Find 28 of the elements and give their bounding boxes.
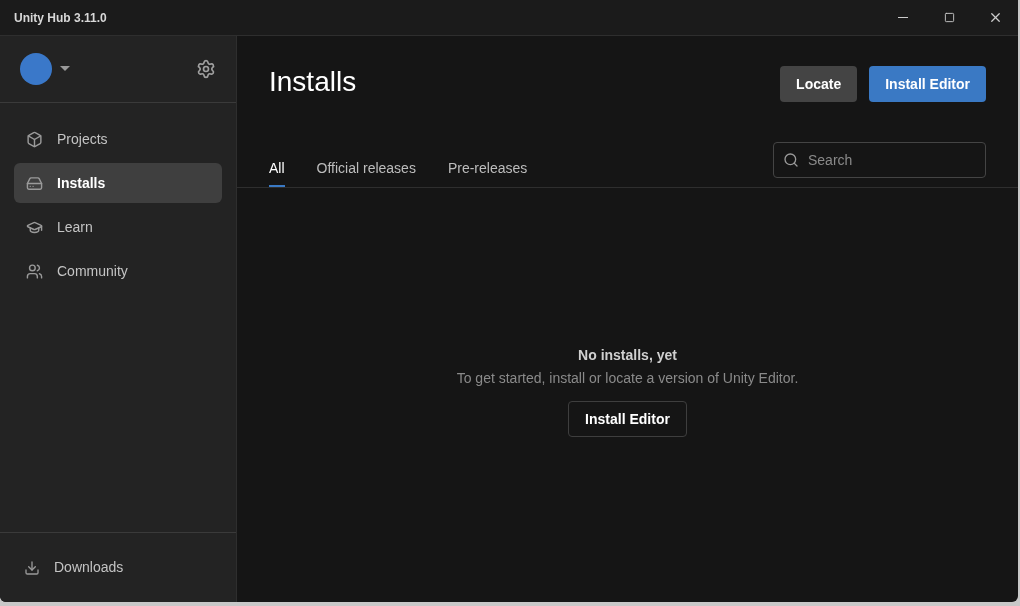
sidebar-item[interactable]: Installs xyxy=(14,163,222,203)
account-button[interactable] xyxy=(20,53,70,85)
locate-button[interactable]: Locate xyxy=(780,66,858,102)
projects-icon xyxy=(26,130,43,148)
maximize-icon xyxy=(943,12,955,23)
installs-icon xyxy=(26,174,43,192)
sidebar-item[interactable]: Projects xyxy=(14,119,222,159)
install-editor-button[interactable]: Install Editor xyxy=(869,66,986,102)
install-editor-button[interactable]: Install Editor xyxy=(568,401,687,437)
downloads-button[interactable]: Downloads xyxy=(24,557,124,578)
search-field[interactable]: Search xyxy=(773,142,986,178)
empty-state-title: No installs, yet xyxy=(578,346,677,365)
tab[interactable]: Official releases xyxy=(316,151,416,187)
page-title: Installs xyxy=(269,66,357,98)
avatar-icon xyxy=(20,53,52,85)
community-icon xyxy=(26,262,43,280)
empty-state-message: To get started, install or locate a version of Unity Editor. xyxy=(456,369,799,388)
minimize-icon xyxy=(898,17,908,18)
tab[interactable]: Pre-releases xyxy=(447,151,528,187)
caret-icon xyxy=(60,66,70,72)
search-icon xyxy=(783,152,799,168)
sidebar-item[interactable]: Learn xyxy=(14,207,222,247)
window-title: Unity Hub 3.11.0 xyxy=(14,9,107,27)
settings-button[interactable] xyxy=(196,59,216,79)
tab[interactable]: All xyxy=(269,151,285,187)
sidebar-item[interactable]: Community xyxy=(14,251,222,291)
settings-icon xyxy=(196,59,216,79)
download-icon xyxy=(24,559,40,576)
